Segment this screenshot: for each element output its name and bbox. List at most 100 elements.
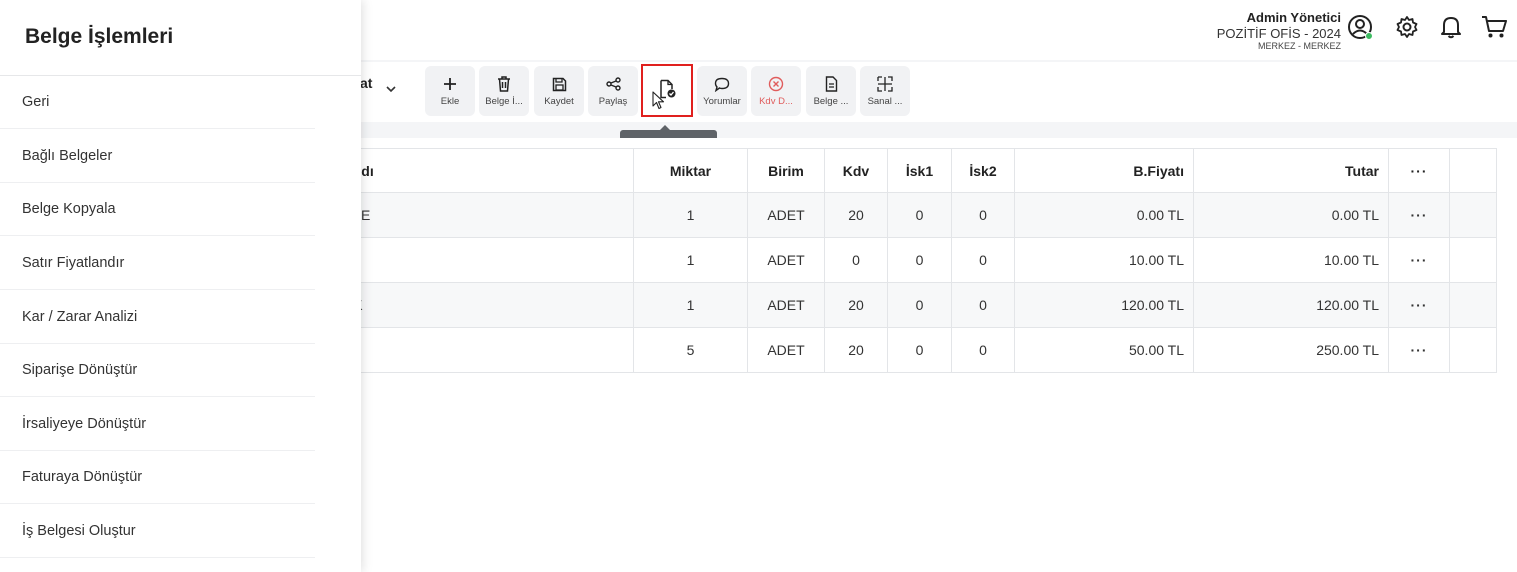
- col-header-quantity[interactable]: Miktar: [633, 148, 748, 193]
- col-header-unit-price[interactable]: B.Fiyatı: [1014, 148, 1194, 193]
- share-button[interactable]: Paylaş: [588, 66, 638, 116]
- row-options-icon[interactable]: ···: [1388, 327, 1450, 373]
- cell-unit-price: 120.00 TL: [1014, 282, 1194, 328]
- cell-vat: 0: [824, 237, 888, 283]
- kdv-label: Kdv D...: [759, 96, 793, 107]
- cell-total: 10.00 TL: [1193, 237, 1389, 283]
- cell-quantity: 1: [633, 192, 748, 238]
- cell-unit: ADET: [747, 192, 825, 238]
- row-options-icon[interactable]: ···: [1388, 237, 1450, 283]
- branch-name: MERKEZ - MERKEZ: [1257, 41, 1341, 52]
- table-header-row: k Adı Miktar Birim Kdv İsk1 İsk2 B.Fiyat…: [330, 148, 1497, 193]
- comments-label: Yorumlar: [703, 96, 741, 107]
- col-header-unit[interactable]: Birim: [747, 148, 825, 193]
- cell-discount2: 0: [951, 192, 1015, 238]
- table-row[interactable]: IEK 1 ADET 20 0 0 120.00 TL 120.00 TL ··…: [330, 282, 1497, 328]
- cell-discount2: 0: [951, 282, 1015, 328]
- bell-icon[interactable]: [1437, 13, 1465, 41]
- column-options-icon[interactable]: ···: [1388, 148, 1450, 193]
- document-type-select[interactable]: at: [360, 75, 372, 91]
- line-items-table: k Adı Miktar Birim Kdv İsk1 İsk2 B.Fiyat…: [330, 148, 1497, 373]
- mouse-cursor-icon: [652, 91, 665, 115]
- comments-button[interactable]: Yorumlar: [697, 66, 747, 116]
- share-label: Paylaş: [598, 96, 628, 107]
- table-row[interactable]: EME 1 ADET 20 0 0 0.00 TL 0.00 TL ···: [330, 192, 1497, 238]
- comment-icon: [714, 75, 730, 93]
- cell-blank: [1449, 237, 1497, 283]
- document-label: Belge ...: [813, 96, 849, 107]
- trash-icon: [497, 75, 511, 93]
- table-row[interactable]: LİK 5 ADET 20 0 0 50.00 TL 250.00 TL ···: [330, 327, 1497, 373]
- col-header-discount2[interactable]: İsk2: [951, 148, 1015, 193]
- cell-total: 0.00 TL: [1193, 192, 1389, 238]
- col-header-vat[interactable]: Kdv: [824, 148, 888, 193]
- cell-total: 120.00 TL: [1193, 282, 1389, 328]
- table-row[interactable]: T 1 ADET 0 0 0 10.00 TL 10.00 TL ···: [330, 237, 1497, 283]
- cell-blank: [1449, 192, 1497, 238]
- cell-name: LİK: [330, 327, 634, 373]
- document-actions-button[interactable]: [641, 64, 693, 117]
- cell-vat: 20: [824, 192, 888, 238]
- panel-item-linked-documents[interactable]: Bağlı Belgeler: [0, 130, 315, 183]
- cell-name: EME: [330, 192, 634, 238]
- x-circle-icon: [768, 75, 784, 93]
- cell-name: IEK: [330, 282, 634, 328]
- row-options-icon[interactable]: ···: [1388, 282, 1450, 328]
- panel-item-convert-to-order[interactable]: Siparişe Dönüştür: [0, 344, 315, 397]
- cell-discount1: 0: [887, 192, 952, 238]
- user-name: Admin Yönetici: [1246, 10, 1341, 25]
- share-icon: [605, 75, 621, 93]
- cell-unit: ADET: [747, 282, 825, 328]
- panel-item-create-work-document[interactable]: İş Belgesi Oluştur: [0, 505, 315, 558]
- panel-title: Belge İşlemleri: [25, 25, 174, 48]
- col-header-total[interactable]: Tutar: [1193, 148, 1389, 193]
- col-header-blank: [1449, 148, 1497, 193]
- virtual-label: Sanal ...: [867, 96, 903, 107]
- panel-item-profit-loss-analysis[interactable]: Kar / Zarar Analizi: [0, 291, 315, 344]
- cell-total: 250.00 TL: [1193, 327, 1389, 373]
- grid-scan-icon: [877, 75, 893, 93]
- row-options-icon[interactable]: ···: [1388, 192, 1450, 238]
- add-button[interactable]: Ekle: [425, 66, 475, 116]
- delete-document-button[interactable]: Belge İ...: [479, 66, 529, 116]
- settings-gear-icon[interactable]: [1393, 13, 1421, 41]
- user-info[interactable]: Admin Yönetici POZİTİF OFİS - 2024 MERKE…: [1217, 10, 1341, 52]
- panel-item-back[interactable]: Geri: [0, 76, 315, 129]
- document-button[interactable]: Belge ...: [806, 66, 856, 116]
- document-icon: [825, 75, 838, 93]
- cell-discount1: 0: [887, 327, 952, 373]
- user-account-icon[interactable]: [1346, 13, 1374, 41]
- cell-unit-price: 50.00 TL: [1014, 327, 1194, 373]
- cell-discount1: 0: [887, 282, 952, 328]
- cell-unit: ADET: [747, 327, 825, 373]
- cell-vat: 20: [824, 282, 888, 328]
- cell-unit: ADET: [747, 237, 825, 283]
- delete-document-label: Belge İ...: [485, 96, 523, 107]
- cell-blank: [1449, 327, 1497, 373]
- cell-vat: 20: [824, 327, 888, 373]
- cell-blank: [1449, 282, 1497, 328]
- cart-icon[interactable]: [1480, 13, 1508, 41]
- panel-item-convert-to-waybill[interactable]: İrsaliyeye Dönüştür: [0, 398, 315, 451]
- cell-discount2: 0: [951, 327, 1015, 373]
- plus-icon: [443, 75, 457, 93]
- company-name: POZİTİF OFİS - 2024: [1216, 25, 1341, 41]
- col-header-discount1[interactable]: İsk1: [887, 148, 952, 193]
- virtual-button[interactable]: Sanal ...: [860, 66, 910, 116]
- document-actions-panel: Belge İşlemleri Geri Bağlı Belgeler Belg…: [0, 0, 361, 572]
- cell-unit-price: 10.00 TL: [1014, 237, 1194, 283]
- floppy-disk-icon: [552, 75, 567, 93]
- panel-item-price-lines[interactable]: Satır Fiyatlandır: [0, 237, 315, 290]
- panel-item-convert-to-invoice[interactable]: Faturaya Dönüştür: [0, 451, 315, 504]
- panel-item-copy-document[interactable]: Belge Kopyala: [0, 183, 315, 236]
- col-header-name[interactable]: k Adı: [330, 148, 634, 193]
- cell-quantity: 1: [633, 282, 748, 328]
- cell-name: T: [330, 237, 634, 283]
- cell-quantity: 5: [633, 327, 748, 373]
- save-button[interactable]: Kaydet: [534, 66, 584, 116]
- cell-unit-price: 0.00 TL: [1014, 192, 1194, 238]
- kdv-button[interactable]: Kdv D...: [751, 66, 801, 116]
- cell-discount1: 0: [887, 237, 952, 283]
- cell-quantity: 1: [633, 237, 748, 283]
- chevron-down-icon[interactable]: [384, 82, 398, 101]
